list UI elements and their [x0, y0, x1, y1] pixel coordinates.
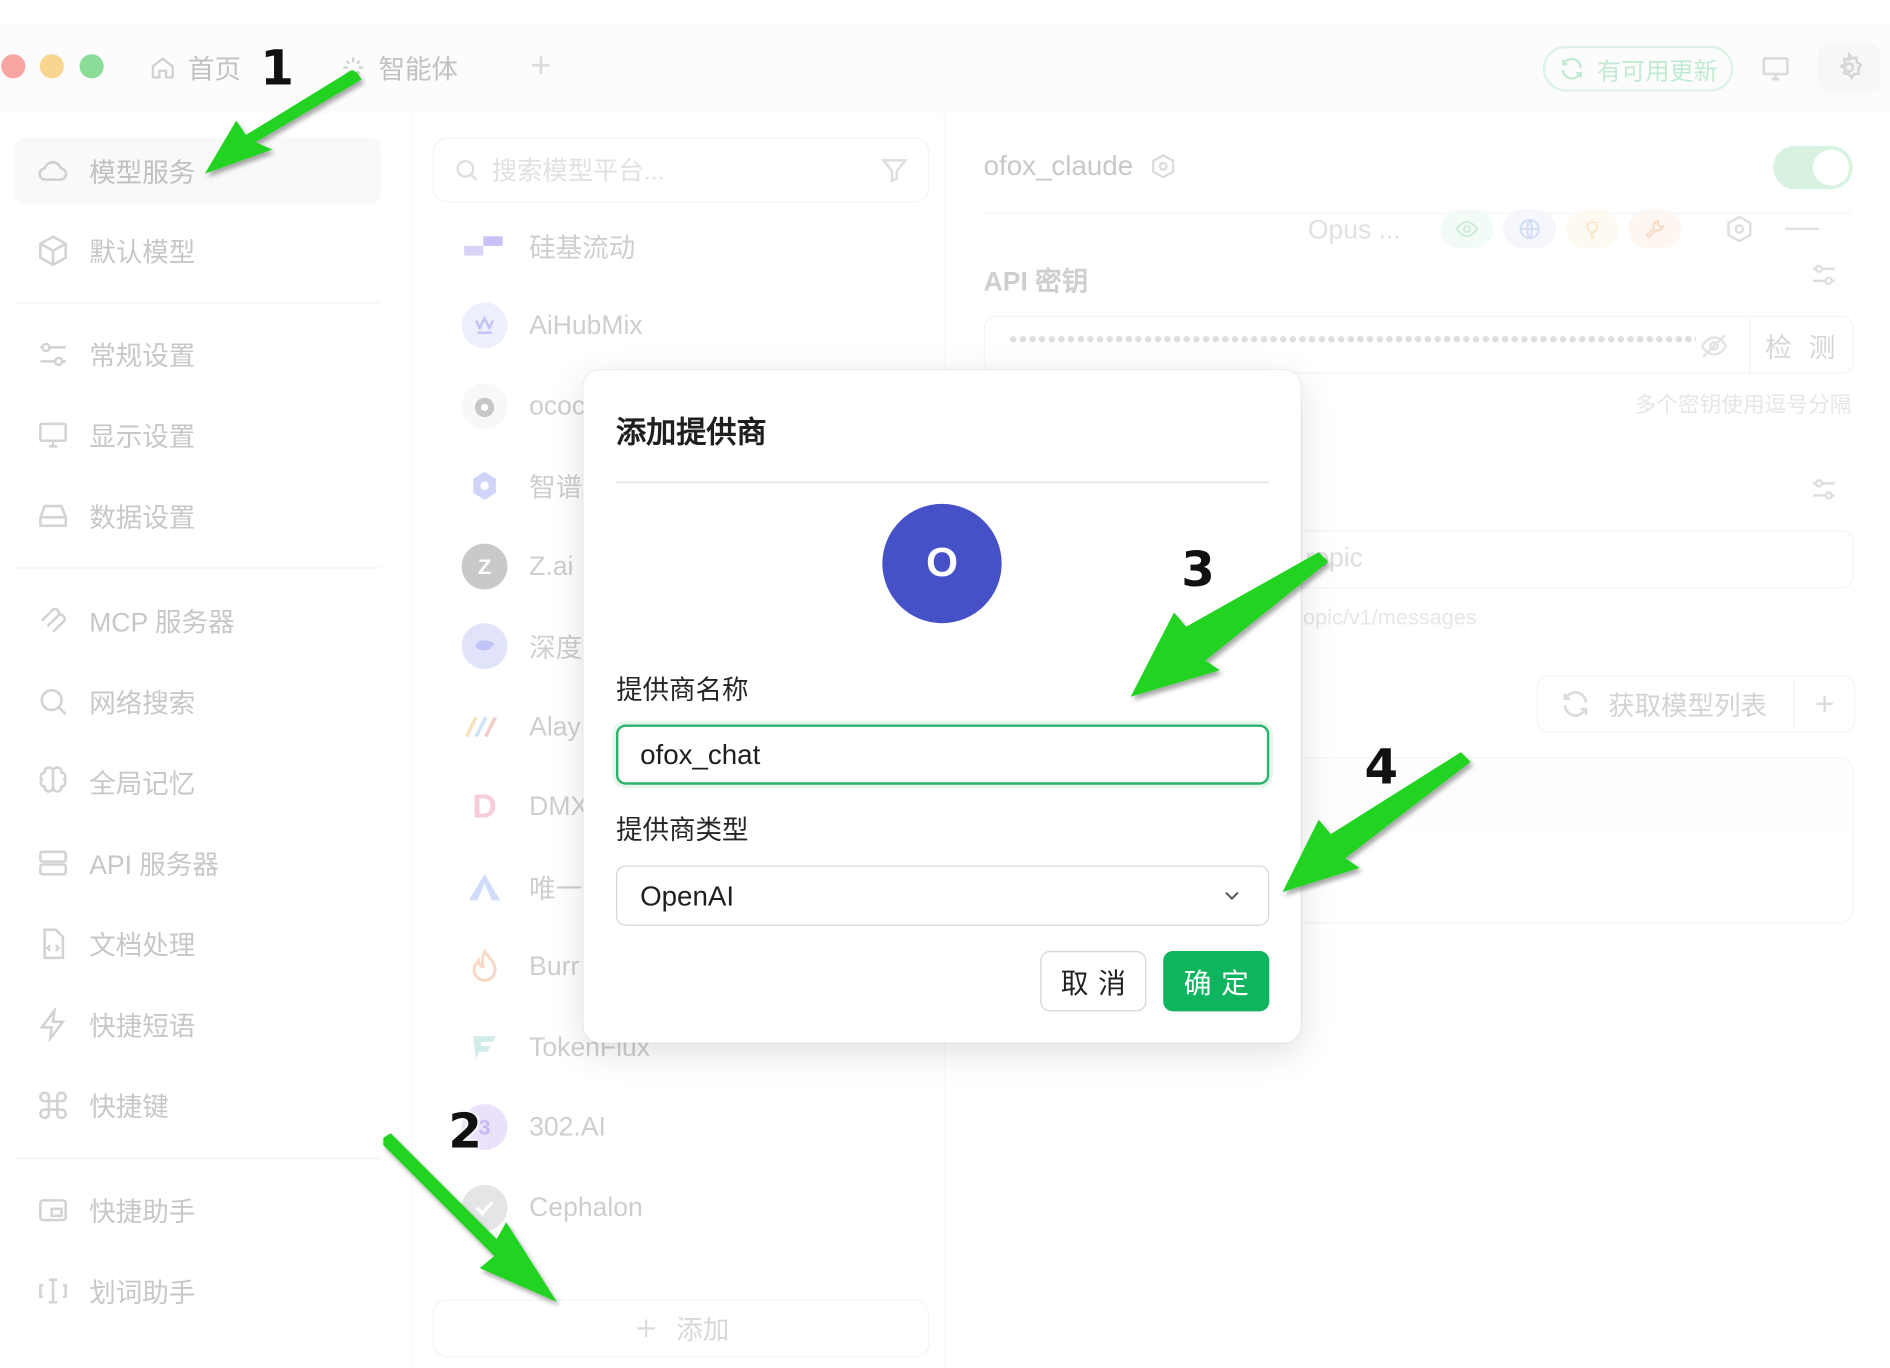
- cancel-button[interactable]: 取消: [1040, 951, 1147, 1012]
- provider-type-select[interactable]: OpenAI: [615, 865, 1270, 926]
- provider-name-label: 提供商名称: [615, 675, 749, 706]
- provider-avatar[interactable]: O: [882, 503, 1002, 624]
- provider-name-value: ofox_chat: [640, 738, 761, 770]
- step-number-1: 1: [260, 40, 294, 97]
- chevron-down-icon: [1225, 891, 1239, 901]
- dialog-title: 添加提供商: [615, 415, 767, 450]
- provider-type-value: OpenAI: [640, 879, 735, 911]
- provider-type-label: 提供商类型: [615, 814, 749, 845]
- dialog-divider: [615, 480, 1270, 484]
- step-number-3: 3: [1181, 542, 1215, 598]
- confirm-button[interactable]: 确定: [1163, 951, 1270, 1012]
- provider-name-input[interactable]: ofox_chat: [615, 724, 1270, 785]
- add-provider-dialog: 添加提供商 O 提供商名称 ofox_chat 提供商类型 OpenAI 取消 …: [583, 370, 1301, 1043]
- step-number-2: 2: [448, 1104, 482, 1160]
- step-number-4: 4: [1364, 740, 1399, 796]
